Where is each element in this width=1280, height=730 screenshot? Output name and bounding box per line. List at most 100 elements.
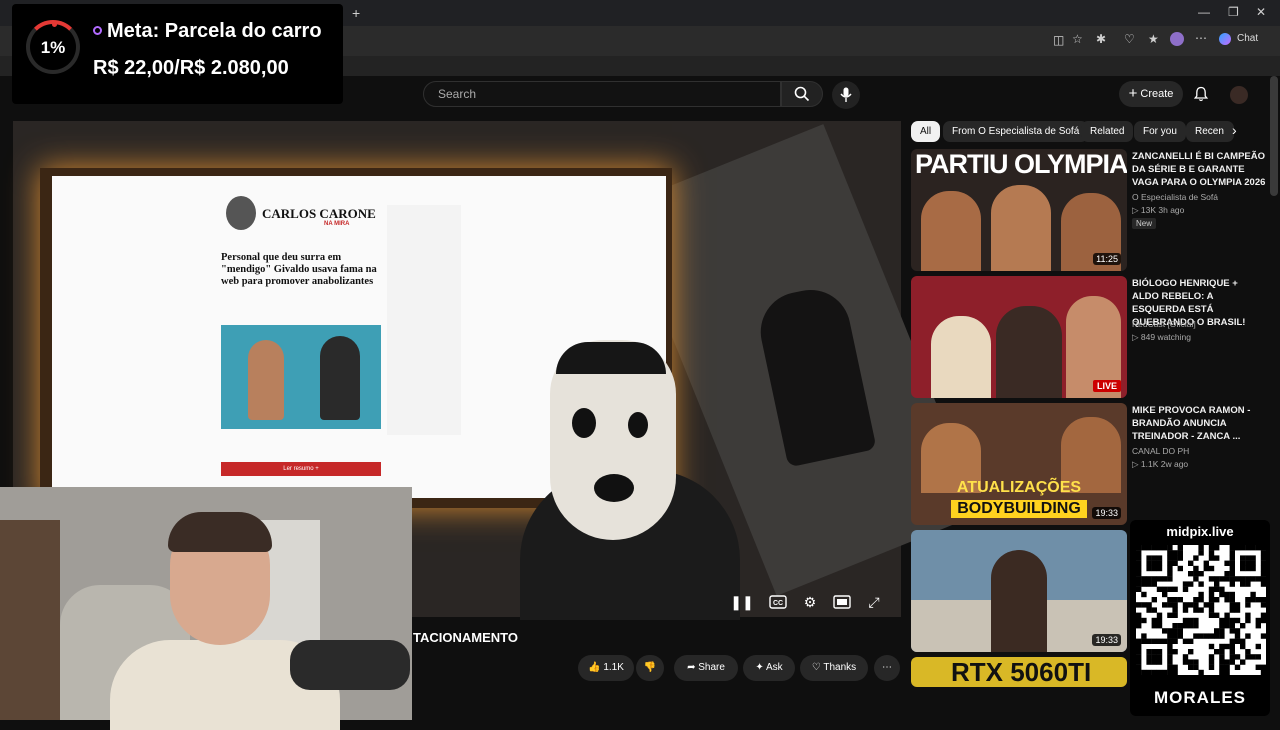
related-thumbnail-2[interactable]: LIVE — [911, 276, 1127, 398]
star-icon[interactable]: ☆ — [1072, 32, 1083, 46]
settings-button[interactable]: ⚙ — [798, 590, 822, 614]
article-photo-person-1 — [248, 340, 284, 420]
related-thumbnail-3[interactable]: ATUALIZAÇÕES BODYBUILDING 19:33 — [911, 403, 1127, 525]
like-button[interactable]: 👍 1.1K — [578, 655, 634, 681]
page-scrollbar[interactable] — [1270, 76, 1278, 196]
notifications-button[interactable] — [1193, 86, 1209, 107]
extension-icon[interactable]: ✱ — [1096, 32, 1106, 46]
chip-from-channel[interactable]: From O Especialista de Sofá — [943, 121, 1089, 142]
qr-module — [1219, 649, 1225, 655]
qr-module — [1193, 633, 1199, 639]
collections-icon[interactable]: ★ — [1148, 32, 1159, 46]
search-input[interactable] — [436, 82, 770, 106]
profile-icon[interactable] — [1170, 32, 1184, 46]
qr-module — [1136, 669, 1142, 676]
qr-module — [1208, 597, 1215, 603]
qr-module — [1146, 654, 1152, 660]
subtitles-button[interactable]: CC — [766, 590, 790, 614]
minimize-icon[interactable]: — — [1198, 5, 1210, 19]
live-badge: LIVE — [1092, 380, 1121, 392]
more-icon[interactable]: ⋯ — [1195, 31, 1207, 45]
qr-module — [1208, 659, 1215, 665]
qr-module — [1151, 607, 1157, 613]
qr-module — [1245, 649, 1251, 655]
new-tab-button[interactable]: + — [352, 5, 360, 21]
qr-module — [1182, 602, 1189, 608]
qr-module — [1136, 659, 1142, 665]
ask-button[interactable]: ✦ Ask — [743, 655, 795, 681]
chip-related[interactable]: Related — [1081, 121, 1134, 142]
chip-for-you[interactable]: For you — [1134, 121, 1186, 142]
pause-button[interactable]: ❚❚ — [730, 590, 754, 614]
qr-module — [1146, 581, 1152, 587]
qr-module — [1141, 545, 1147, 551]
related-title-3[interactable]: MIKE PROVOCA RAMON - BRANDÃO ANUNCIA TRE… — [1132, 404, 1267, 443]
related-channel-3[interactable]: CANAL DO PH — [1132, 446, 1189, 456]
related-thumbnail-1[interactable]: PARTIU OLYMPIA 11:25 — [911, 149, 1127, 271]
qr-module — [1260, 555, 1267, 561]
qr-module — [1188, 602, 1194, 608]
qr-module — [1167, 576, 1173, 582]
maximize-icon[interactable]: ❐ — [1228, 5, 1239, 19]
qr-module — [1177, 633, 1183, 639]
create-button[interactable]: + Create — [1119, 81, 1183, 107]
chat-button[interactable]: Chat — [1237, 33, 1258, 44]
chip-recent[interactable]: Recen — [1186, 121, 1234, 142]
qr-module — [1146, 560, 1152, 566]
qr-module — [1167, 597, 1173, 603]
qr-module — [1177, 565, 1183, 572]
qr-module — [1167, 649, 1173, 655]
qr-module — [1188, 638, 1194, 644]
qr-module — [1167, 586, 1173, 592]
qr-module — [1182, 617, 1189, 624]
qr-module — [1146, 669, 1152, 676]
close-icon[interactable]: ✕ — [1256, 5, 1266, 19]
share-button[interactable]: ➦ Share — [674, 655, 738, 681]
qr-module — [1156, 649, 1163, 655]
avatar[interactable] — [1230, 86, 1248, 104]
qr-module — [1240, 555, 1246, 561]
more-actions-button[interactable]: ⋯ — [874, 655, 900, 681]
qr-module — [1182, 607, 1189, 613]
chevron-right-icon[interactable]: › — [1232, 122, 1237, 138]
qr-module — [1162, 591, 1168, 598]
copilot-icon[interactable] — [1219, 33, 1231, 45]
qr-module — [1167, 612, 1173, 618]
qr-module — [1234, 628, 1241, 634]
related-channel-1[interactable]: O Especialista de Sofá — [1132, 192, 1218, 202]
qr-module — [1214, 555, 1220, 561]
qr-module — [1255, 654, 1261, 660]
search-button[interactable] — [781, 81, 823, 107]
qr-module — [1219, 654, 1225, 660]
apps-icon[interactable]: ◫ — [1053, 33, 1064, 47]
related-thumbnail-4[interactable]: 19:33 — [911, 530, 1127, 652]
related-channel-2[interactable]: RedCast [Oficial] — [1132, 319, 1196, 329]
qr-module — [1214, 545, 1220, 551]
favorites-icon[interactable]: ♡ — [1124, 32, 1135, 46]
thanks-icon: ♡ — [811, 662, 821, 673]
chip-all[interactable]: All — [911, 121, 941, 142]
qr-module — [1245, 602, 1251, 608]
fullscreen-button[interactable]: ⤢ — [862, 590, 886, 614]
qr-module — [1156, 638, 1163, 644]
svg-text:CC: CC — [773, 600, 783, 607]
voice-search-button[interactable] — [832, 81, 860, 109]
qr-module — [1255, 597, 1261, 603]
qr-module — [1193, 659, 1199, 665]
qr-module — [1162, 669, 1168, 676]
thanks-button[interactable]: ♡ Thanks — [800, 655, 868, 681]
qr-module — [1162, 602, 1168, 608]
qr-module — [1229, 602, 1235, 608]
qr-module — [1182, 586, 1189, 592]
related-thumbnail-5[interactable]: RTX 5060TI — [911, 657, 1127, 687]
related-title-1[interactable]: ZANCANELLI É BI CAMPEÃO DA SÉRIE B E GAR… — [1132, 150, 1267, 189]
qr-module — [1219, 669, 1225, 676]
qr-module — [1224, 659, 1230, 665]
qr-module — [1151, 560, 1157, 566]
qr-module — [1240, 576, 1246, 582]
dislike-button[interactable]: 👎 — [636, 655, 664, 681]
theater-mode-button[interactable] — [830, 590, 854, 614]
qr-module — [1172, 612, 1178, 618]
qr-module — [1151, 669, 1157, 676]
qr-module — [1193, 571, 1199, 577]
